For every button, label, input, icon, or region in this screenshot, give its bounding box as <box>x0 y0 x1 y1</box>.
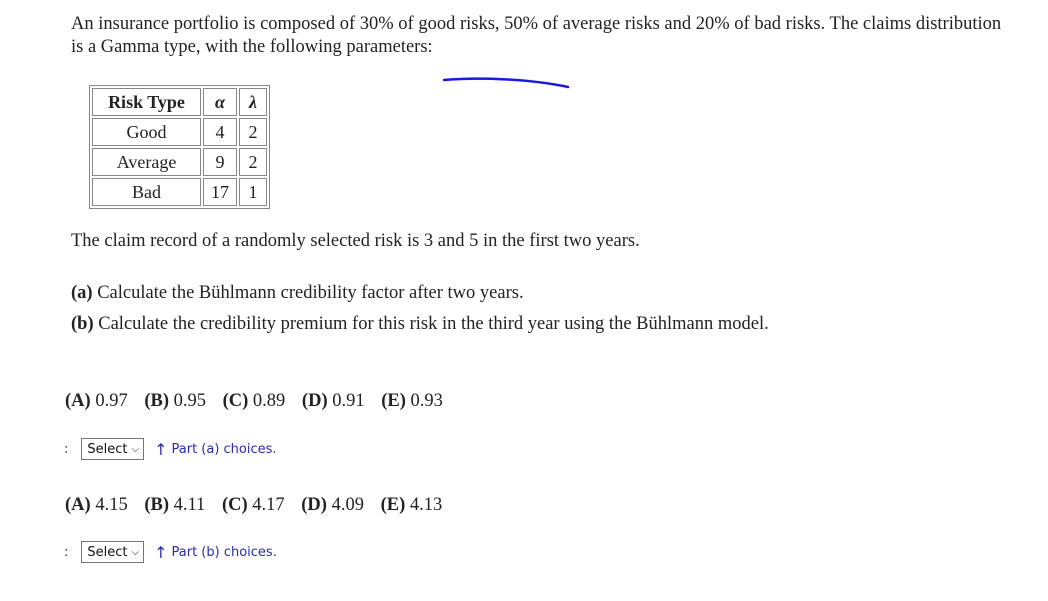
choice-c: (C) 0.89 <box>222 391 286 411</box>
cell-lambda: 2 <box>239 148 267 176</box>
select-value: Select <box>87 544 128 560</box>
cell-risk-type: Average <box>92 148 201 176</box>
cell-lambda: 2 <box>239 118 267 146</box>
cell-alpha: 4 <box>203 118 237 146</box>
question-a-label: (a) <box>71 283 93 303</box>
part-b-choices: (A) 4.15 (B) 4.11 (C) 4.17 (D) 4.09 (E) … <box>65 495 454 516</box>
arrow-up-icon: ↑ <box>154 439 168 459</box>
table-row: Average 9 2 <box>92 148 267 176</box>
choice-a: (A) 0.97 <box>65 391 128 411</box>
part-b-select[interactable]: Select ⌵ <box>81 541 145 563</box>
cell-alpha: 17 <box>203 178 237 206</box>
table-row: Bad 17 1 <box>92 178 267 206</box>
chevron-down-icon: ⌵ <box>131 443 140 455</box>
choice-e: (E) 0.93 <box>381 391 443 411</box>
question-a-text: Calculate the Bühlmann credibility facto… <box>92 283 524 303</box>
colon-label: : <box>64 544 69 560</box>
cell-risk-type: Bad <box>92 178 201 206</box>
table-header-row: Risk Type α λ <box>92 88 267 116</box>
question-b-text: Calculate the credibility premium for th… <box>93 314 769 334</box>
part-b-hint: Part (b) choices. <box>171 544 277 560</box>
cell-alpha: 9 <box>203 148 237 176</box>
part-a-select[interactable]: Select ⌵ <box>81 438 145 460</box>
choice-d: (D) 4.09 <box>301 495 364 515</box>
table-row: Good 4 2 <box>92 118 267 146</box>
chevron-down-icon: ⌵ <box>131 546 140 558</box>
question-b: (b) Calculate the credibility premium fo… <box>71 314 769 335</box>
cell-lambda: 1 <box>239 178 267 206</box>
header-lambda: λ <box>239 88 267 116</box>
arrow-up-icon: ↑ <box>154 542 168 562</box>
choice-a: (A) 4.15 <box>65 495 128 515</box>
colon-label: : <box>64 441 69 457</box>
part-a-answer-row: : Select ⌵ ↑ Part (a) choices. <box>64 438 277 460</box>
question-a: (a) Calculate the Bühlmann credibility f… <box>71 283 524 304</box>
choice-c: (C) 4.17 <box>221 495 285 515</box>
choice-b: (B) 4.11 <box>144 495 206 515</box>
cell-risk-type: Good <box>92 118 201 146</box>
choice-e: (E) 4.13 <box>380 495 443 515</box>
header-alpha: α <box>203 88 237 116</box>
part-a-choices: (A) 0.97 (B) 0.95 (C) 0.89 (D) 0.91 (E) … <box>65 391 455 412</box>
question-b-label: (b) <box>71 314 94 334</box>
claim-record-text: The claim record of a randomly selected … <box>71 231 640 251</box>
header-risk-type: Risk Type <box>92 88 201 116</box>
problem-intro: An insurance portfolio is composed of 30… <box>71 14 1002 57</box>
choice-b: (B) 0.95 <box>144 391 206 411</box>
choice-d: (D) 0.91 <box>301 391 365 411</box>
select-value: Select <box>87 441 128 457</box>
part-b-answer-row: : Select ⌵ ↑ Part (b) choices. <box>64 541 277 563</box>
part-a-hint: Part (a) choices. <box>171 441 277 457</box>
pen-annotation-underline <box>442 77 570 89</box>
parameter-table: Risk Type α λ Good 4 2 Average 9 2 Bad 1… <box>89 85 270 209</box>
